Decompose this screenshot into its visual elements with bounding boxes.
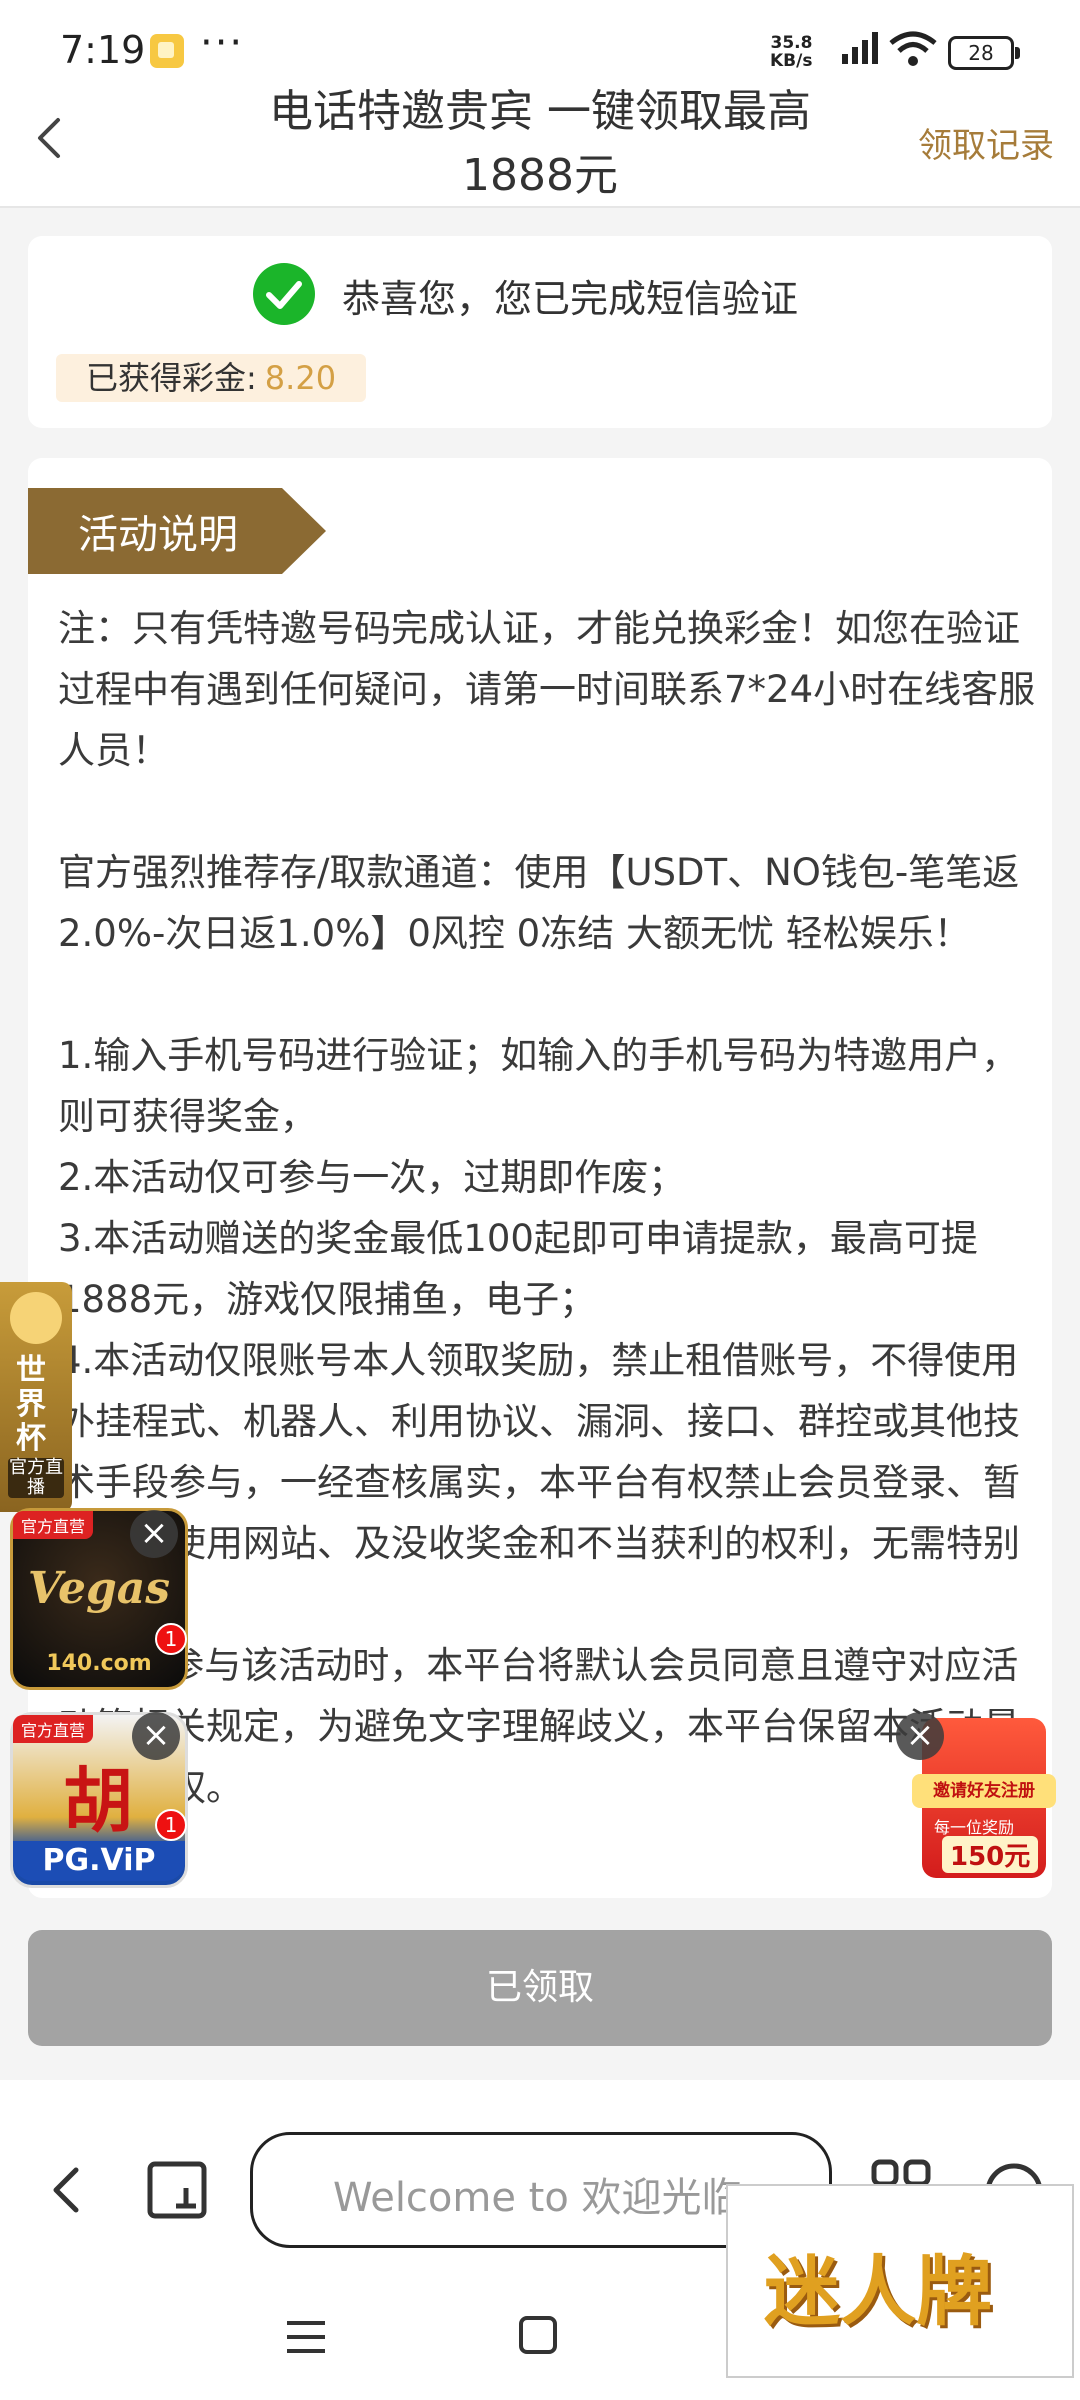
activity-note: 注：只有凭特邀号码完成认证，才能兑换彩金！如您在验证过程中有遇到任何疑问，请第一…	[58, 607, 1036, 772]
notification-badge: 1	[155, 1809, 187, 1841]
system-home-icon[interactable]	[519, 2316, 557, 2354]
notification-badge: 1	[155, 1623, 187, 1655]
worldcup-live-label: 官方直播	[8, 1457, 64, 1498]
tabs-icon[interactable]	[146, 2158, 210, 2222]
invite-subtext: 每一位奖励	[934, 1818, 1015, 1837]
close-icon[interactable]: ×	[896, 1712, 944, 1760]
section-title: 活动说明	[78, 512, 238, 558]
back-button[interactable]	[20, 108, 80, 168]
rule-item: 2.本活动仅可参与一次，过期即作废；	[58, 1156, 686, 1199]
system-menu-icon[interactable]	[285, 2318, 327, 2356]
notification-app-icon	[150, 34, 184, 68]
activity-rules: 1.输入手机号码进行验证；如输入的手机号码为特邀用户，则可获得奖金， 2.本活动…	[58, 1025, 1048, 1818]
bonus-label: 已获得彩金:	[86, 359, 257, 397]
close-icon[interactable]: ×	[132, 1712, 180, 1760]
invite-amount: 150元	[942, 1836, 1039, 1873]
network-speed: 35.8 KB/s	[770, 34, 812, 70]
worldcup-ad-text: 世界杯	[16, 1353, 46, 1456]
watermark-logo: 迷人牌	[726, 2184, 1074, 2378]
success-message: 恭喜您，您已完成短信验证	[342, 277, 799, 321]
status-time: 7:19	[60, 28, 146, 72]
network-speed-unit: KB/s	[770, 51, 813, 71]
invite-banner: 邀请好友注册	[912, 1774, 1056, 1808]
wifi-icon	[889, 31, 937, 66]
page-header: 电话特邀贵宾 一键领取最高 1888元 领取记录	[0, 72, 1080, 208]
activity-channel: 官方强烈推荐存/取款通道：使用【USDT、NO钱包-笔笔返2.0%-次日返1.0…	[58, 851, 1020, 955]
vegas-brand: Vegas	[27, 1563, 171, 1614]
watermark-text: 迷人牌	[764, 2247, 992, 2336]
rule-item: 4.本活动仅限账号本人领取奖励，禁止租借账号，不得使用外挂程式、机器人、利用协议…	[58, 1339, 1020, 1626]
rule-item: 1.输入手机号码进行验证；如输入的手机号码为特邀用户，则可获得奖金，	[58, 1034, 1019, 1138]
claimed-button[interactable]: 已领取	[28, 1930, 1052, 2046]
signal-icon	[842, 32, 878, 64]
vegas-ad-tag: 官方直营	[13, 1511, 94, 1539]
pg-ad-label: PG.ViP	[13, 1841, 185, 1881]
page-title: 电话特邀贵宾 一键领取最高 1888元	[230, 80, 850, 208]
verification-success-card: 恭喜您，您已完成短信验证 已获得彩金: 8.20	[28, 236, 1052, 428]
fifa-trophy-icon	[10, 1292, 62, 1344]
claim-records-link[interactable]: 领取记录	[918, 118, 1054, 167]
browser-back-icon[interactable]	[44, 2160, 88, 2220]
page-title-line2: 1888元	[462, 150, 618, 201]
success-check-icon	[253, 263, 315, 325]
close-icon[interactable]: ×	[130, 1510, 178, 1558]
rule-item: 3.本活动赠送的奖金最低100起即可申请提款，最高可提1888元，游戏仅限捕鱼，…	[58, 1217, 978, 1321]
pg-ad-tag: 官方直营	[13, 1715, 94, 1743]
battery-icon: 28	[948, 36, 1020, 70]
bonus-badge: 已获得彩金: 8.20	[56, 354, 367, 402]
worldcup-live-ad[interactable]: 世界杯 官方直播	[0, 1282, 72, 1512]
more-notifications-icon: ···	[200, 20, 245, 66]
pg-ad-character: 胡	[63, 1759, 133, 1842]
address-bar-text: Welcome to 欢迎光临	[333, 2175, 742, 2221]
page-title-line1: 电话特邀贵宾 一键领取最高	[269, 86, 811, 137]
activity-body: 注：只有凭特邀号码完成认证，才能兑换彩金！如您在验证过程中有遇到任何疑问，请第一…	[58, 598, 1048, 1818]
network-speed-value: 35.8	[770, 33, 813, 53]
bonus-value: 8.20	[264, 359, 337, 397]
vegas-domain: 140.com	[46, 1651, 152, 1676]
